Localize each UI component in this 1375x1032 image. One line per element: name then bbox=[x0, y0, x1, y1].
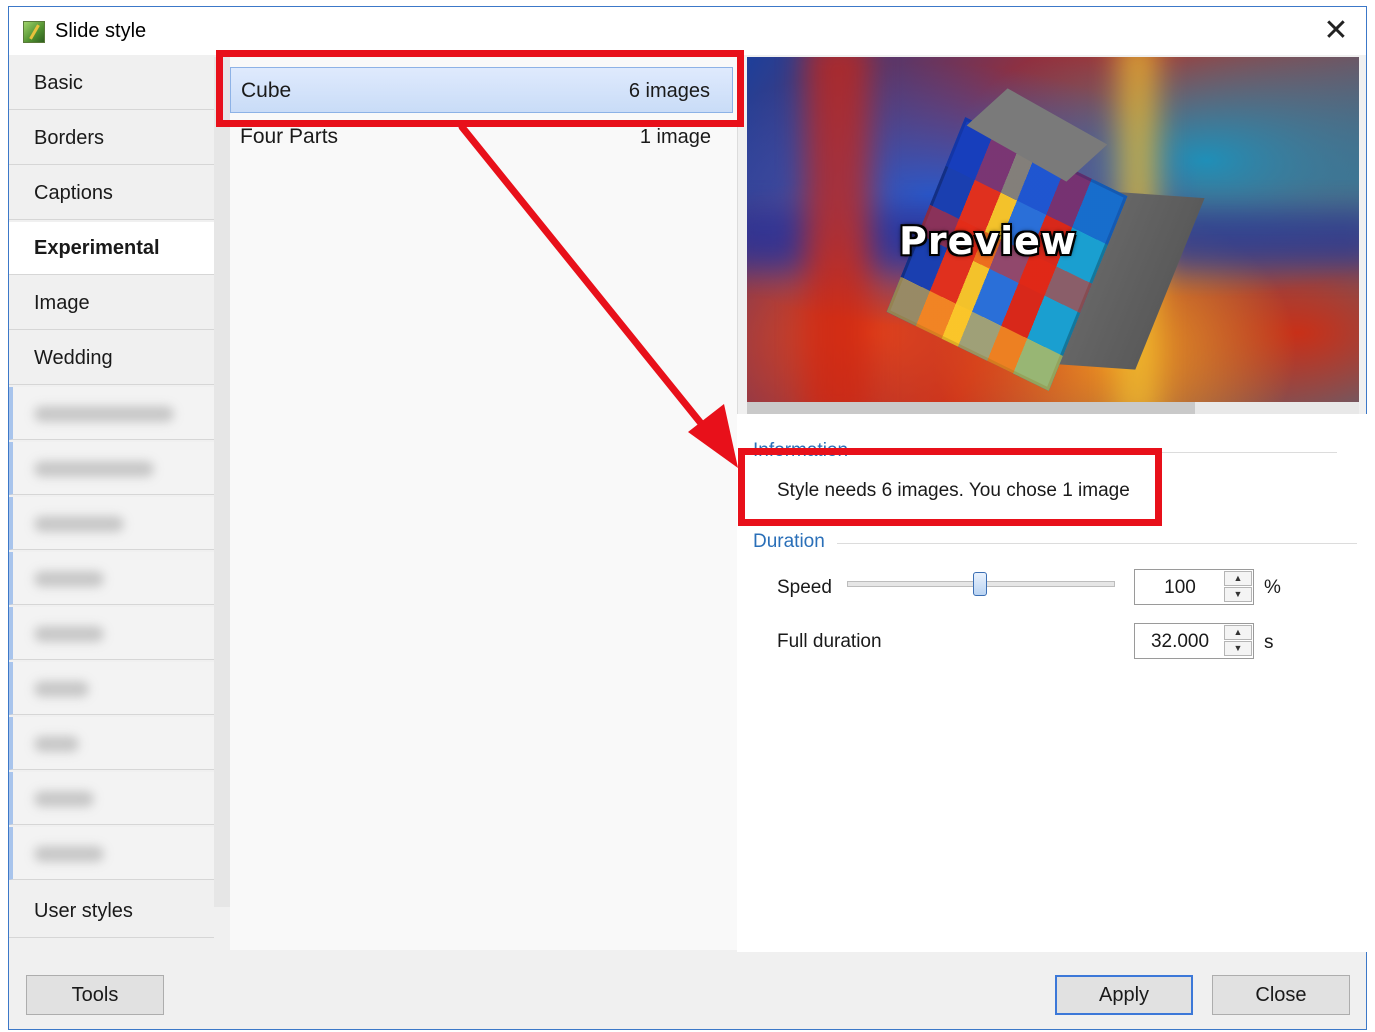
speed-stepper[interactable]: ▲ ▼ bbox=[1224, 571, 1252, 603]
category-scrollbar[interactable] bbox=[214, 57, 230, 907]
spin-up-icon[interactable]: ▲ bbox=[1224, 625, 1252, 640]
category-label: User styles bbox=[34, 900, 133, 922]
category-wedding[interactable]: Wedding bbox=[9, 332, 214, 385]
slide-style-app-icon bbox=[23, 21, 45, 43]
speed-value: 100 bbox=[1164, 577, 1196, 598]
tools-button[interactable]: Tools bbox=[26, 975, 164, 1015]
style-name: Cube bbox=[241, 79, 292, 102]
category-blurred[interactable] bbox=[9, 497, 214, 550]
category-blurred[interactable] bbox=[9, 552, 214, 605]
speed-input[interactable]: 100 ▲ ▼ bbox=[1134, 569, 1254, 605]
settings-pane: Information Style needs 6 images. You ch… bbox=[737, 414, 1367, 952]
speed-slider-thumb[interactable] bbox=[973, 572, 987, 596]
slide-style-dialog: Slide style ✕ Basic Borders Captions Exp… bbox=[8, 6, 1367, 1030]
category-blurred[interactable] bbox=[9, 387, 214, 440]
speed-unit: % bbox=[1264, 577, 1281, 598]
style-name: Four Parts bbox=[240, 125, 339, 148]
category-image[interactable]: Image bbox=[9, 277, 214, 330]
category-blurred[interactable] bbox=[9, 717, 214, 770]
full-duration-unit: s bbox=[1264, 632, 1274, 653]
duration-heading: Duration bbox=[753, 531, 825, 552]
style-image-count: 1 image bbox=[639, 126, 711, 148]
style-image-count: 6 images bbox=[628, 80, 710, 102]
spin-up-icon[interactable]: ▲ bbox=[1224, 571, 1252, 586]
category-borders[interactable]: Borders bbox=[9, 112, 214, 165]
category-basic[interactable]: Basic bbox=[9, 57, 214, 110]
style-item-cube[interactable]: Cube 6 images bbox=[230, 67, 733, 113]
category-blurred[interactable] bbox=[9, 662, 214, 715]
title-bar: Slide style ✕ bbox=[9, 7, 1366, 55]
category-captions[interactable]: Captions bbox=[9, 167, 214, 220]
spin-down-icon[interactable]: ▼ bbox=[1224, 587, 1252, 602]
category-blurred[interactable] bbox=[9, 772, 214, 825]
full-duration-stepper[interactable]: ▲ ▼ bbox=[1224, 625, 1252, 657]
category-user-styles[interactable]: User styles bbox=[9, 885, 214, 938]
spin-down-icon[interactable]: ▼ bbox=[1224, 641, 1252, 656]
information-heading: Information bbox=[753, 440, 849, 461]
category-label: Basic bbox=[34, 72, 83, 94]
category-blurred[interactable] bbox=[9, 827, 214, 880]
category-label: Experimental bbox=[34, 237, 160, 259]
category-blurred[interactable] bbox=[9, 607, 214, 660]
apply-button[interactable]: Apply bbox=[1055, 975, 1193, 1015]
style-item-four-parts[interactable]: Four Parts 1 image bbox=[230, 117, 733, 163]
style-list: Cube 6 images Four Parts 1 image bbox=[230, 57, 738, 950]
category-label: Wedding bbox=[34, 347, 113, 369]
preview-label: Preview bbox=[899, 219, 1078, 263]
close-icon[interactable]: ✕ bbox=[1320, 15, 1352, 47]
preview-scrollbar[interactable] bbox=[747, 402, 1359, 414]
category-label: Borders bbox=[34, 127, 105, 149]
category-label: Captions bbox=[34, 182, 113, 204]
category-experimental[interactable]: Experimental bbox=[9, 222, 214, 275]
category-blurred[interactable] bbox=[9, 442, 214, 495]
full-duration-input[interactable]: 32.000 ▲ ▼ bbox=[1134, 623, 1254, 659]
full-duration-label: Full duration bbox=[777, 631, 882, 652]
speed-label: Speed bbox=[777, 577, 832, 598]
full-duration-value: 32.000 bbox=[1150, 631, 1210, 652]
preview-scroll-thumb[interactable] bbox=[747, 402, 1195, 414]
style-preview: Preview bbox=[747, 57, 1359, 402]
category-list: Basic Borders Captions Experimental Imag… bbox=[9, 57, 214, 952]
information-message: Style needs 6 images. You chose 1 image bbox=[777, 480, 1130, 501]
window-title: Slide style bbox=[55, 20, 147, 42]
category-label: Image bbox=[34, 292, 90, 314]
close-button[interactable]: Close bbox=[1212, 975, 1350, 1015]
